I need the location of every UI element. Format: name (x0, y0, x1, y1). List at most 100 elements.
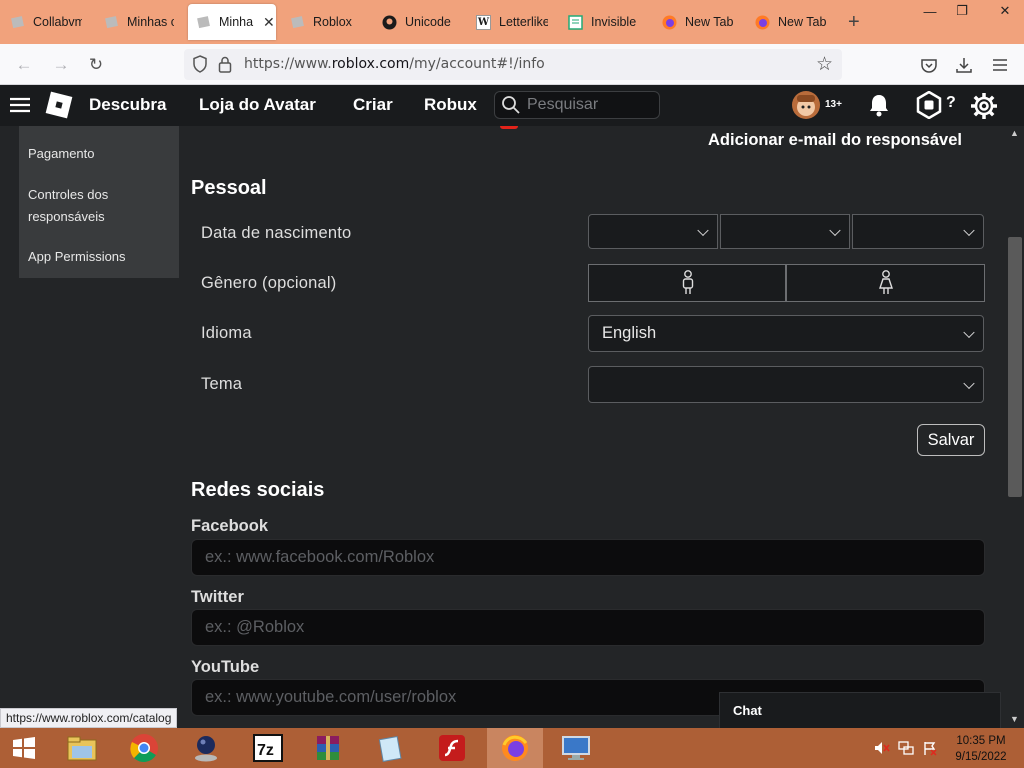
scroll-down-icon[interactable]: ▼ (1010, 714, 1019, 724)
tab-letterlike[interactable]: W Letterlike (476, 8, 548, 36)
tab-label: Unicode (405, 15, 451, 29)
tab-minha-active[interactable]: Minha ✕ (188, 4, 276, 40)
taskbar-clock[interactable]: 10:35 PM 9/15/2022 (948, 733, 1014, 765)
chrome-icon[interactable] (116, 728, 172, 768)
birthdate-label: Data de nascimento (201, 224, 352, 242)
tab-roblox[interactable]: Roblox (290, 8, 360, 36)
nav-descubra[interactable]: Descubra (89, 95, 166, 115)
birth-day-select[interactable] (720, 214, 850, 249)
tab-invisible[interactable]: Invisible (568, 8, 640, 36)
vlc-media-icon[interactable] (178, 728, 234, 768)
sidebar-item-pagamento[interactable]: Pagamento (28, 143, 173, 165)
flash-player-icon[interactable] (424, 728, 480, 768)
tab-label: Minhas c (127, 15, 174, 29)
tab-new-tab-2[interactable]: New Tab (755, 8, 831, 36)
tab-label: New Tab (778, 15, 827, 29)
bookmark-star-icon[interactable]: ☆ (816, 53, 833, 76)
tab-unicode[interactable]: Unicode (382, 8, 456, 36)
close-window-icon[interactable]: ✕ (986, 0, 1024, 22)
clock-time: 10:35 PM (956, 735, 1006, 747)
youtube-placeholder: ex.: www.youtube.com/user/roblox (205, 688, 457, 706)
add-parent-email-link[interactable]: Adicionar e-mail do responsável (708, 131, 962, 150)
scroll-up-icon[interactable]: ▲ (1010, 128, 1019, 138)
new-tab-plus-icon[interactable]: + (848, 8, 868, 36)
windows-taskbar: 7z (0, 728, 1024, 768)
chat-label: Chat (733, 703, 762, 718)
notepad-icon[interactable] (362, 728, 418, 768)
minimize-icon[interactable]: — (914, 0, 946, 22)
scrollbar-thumb[interactable] (1008, 237, 1022, 497)
firefox-taskbar-icon[interactable] (487, 728, 543, 768)
page-icon (568, 14, 583, 30)
nav-criar[interactable]: Criar (353, 95, 393, 115)
close-tab-icon[interactable]: ✕ (263, 14, 275, 31)
reload-icon[interactable]: ↻ (85, 54, 107, 76)
restore-icon[interactable]: ❐ (946, 0, 978, 22)
roblox-studio-icon (196, 15, 211, 30)
robux-icon[interactable] (915, 90, 943, 124)
action-center-flag-icon[interactable] (922, 741, 938, 761)
hamburger-menu-icon[interactable] (10, 97, 30, 118)
facebook-label: Facebook (191, 517, 269, 535)
birth-year-select[interactable] (852, 214, 984, 249)
search-input[interactable]: Pesquisar (494, 91, 660, 119)
chat-panel[interactable]: Chat (719, 692, 1001, 728)
tab-label: Collabvm (33, 15, 82, 29)
roblox-studio-icon (290, 15, 305, 30)
nav-robux[interactable]: Robux (424, 95, 477, 115)
theme-label: Tema (201, 375, 243, 393)
sidebar-item-app-permissions[interactable]: App Permissions (28, 246, 173, 268)
tab-label: Roblox (313, 15, 352, 29)
svg-text:7z: 7z (257, 742, 274, 759)
windows-start-icon[interactable] (0, 728, 48, 768)
search-icon (501, 95, 521, 120)
tab-new-tab-1[interactable]: New Tab (662, 8, 738, 36)
settings-sidebar: Pagamento Controles dos responsáveis App… (19, 126, 179, 278)
lock-icon[interactable] (218, 56, 232, 78)
gear-icon[interactable] (970, 92, 998, 125)
browser-tab-bar: Collabvm Minhas c Minha ✕ Roblox Unicode… (0, 0, 1024, 44)
tab-label: Letterlike (499, 15, 548, 29)
firefox-icon (662, 15, 677, 30)
back-icon[interactable]: ← (13, 54, 35, 76)
twitter-input[interactable]: ex.: @Roblox (191, 609, 985, 646)
winrar-icon[interactable] (300, 728, 356, 768)
roblox-logo-icon[interactable] (43, 89, 75, 126)
roblox-studio-icon (10, 15, 25, 30)
7zip-icon[interactable]: 7z (240, 728, 296, 768)
notifications-bell-icon[interactable] (868, 93, 890, 122)
tab-minhas[interactable]: Minhas c (104, 8, 174, 36)
chevron-down-icon (697, 224, 709, 236)
avatar[interactable] (791, 90, 821, 125)
theme-select[interactable] (588, 366, 984, 403)
url-bar[interactable]: https://www.roblox.com/my/account#!/info… (184, 49, 842, 80)
network-icon[interactable] (898, 741, 914, 760)
forward-icon[interactable]: → (50, 54, 72, 76)
language-select[interactable]: English (588, 315, 984, 352)
language-label: Idioma (201, 324, 252, 342)
gender-female-button[interactable] (786, 264, 985, 302)
pocket-icon[interactable] (918, 54, 940, 76)
url-prefix: https://www. (244, 56, 332, 72)
file-explorer-icon[interactable] (54, 728, 110, 768)
facebook-input[interactable]: ex.: www.facebook.com/Roblox (191, 539, 985, 576)
tab-collabvm[interactable]: Collabvm (10, 8, 82, 36)
roblox-studio-icon (104, 15, 119, 30)
help-icon[interactable]: ? (946, 94, 956, 112)
menu-icon[interactable] (989, 54, 1011, 76)
save-button[interactable]: Salvar (917, 424, 985, 456)
remote-desktop-icon[interactable] (548, 728, 604, 768)
gender-male-button[interactable] (588, 264, 786, 302)
url-text[interactable]: https://www.roblox.com/my/account#!/info (244, 56, 545, 72)
download-icon[interactable] (953, 54, 975, 76)
chevron-down-icon (829, 224, 841, 236)
tab-label: Invisible (591, 15, 637, 29)
nav-loja-do-avatar[interactable]: Loja do Avatar (199, 95, 316, 115)
shield-icon[interactable] (192, 55, 208, 78)
chevron-down-icon (963, 377, 975, 389)
roblox-header: Descubra Loja do Avatar Criar Robux Pesq… (0, 85, 1024, 126)
sidebar-item-controles[interactable]: Controles dos responsáveis (28, 184, 173, 228)
birth-month-select[interactable] (588, 214, 718, 249)
volume-muted-icon[interactable] (874, 741, 890, 760)
gender-label: Gênero (opcional) (201, 274, 337, 292)
